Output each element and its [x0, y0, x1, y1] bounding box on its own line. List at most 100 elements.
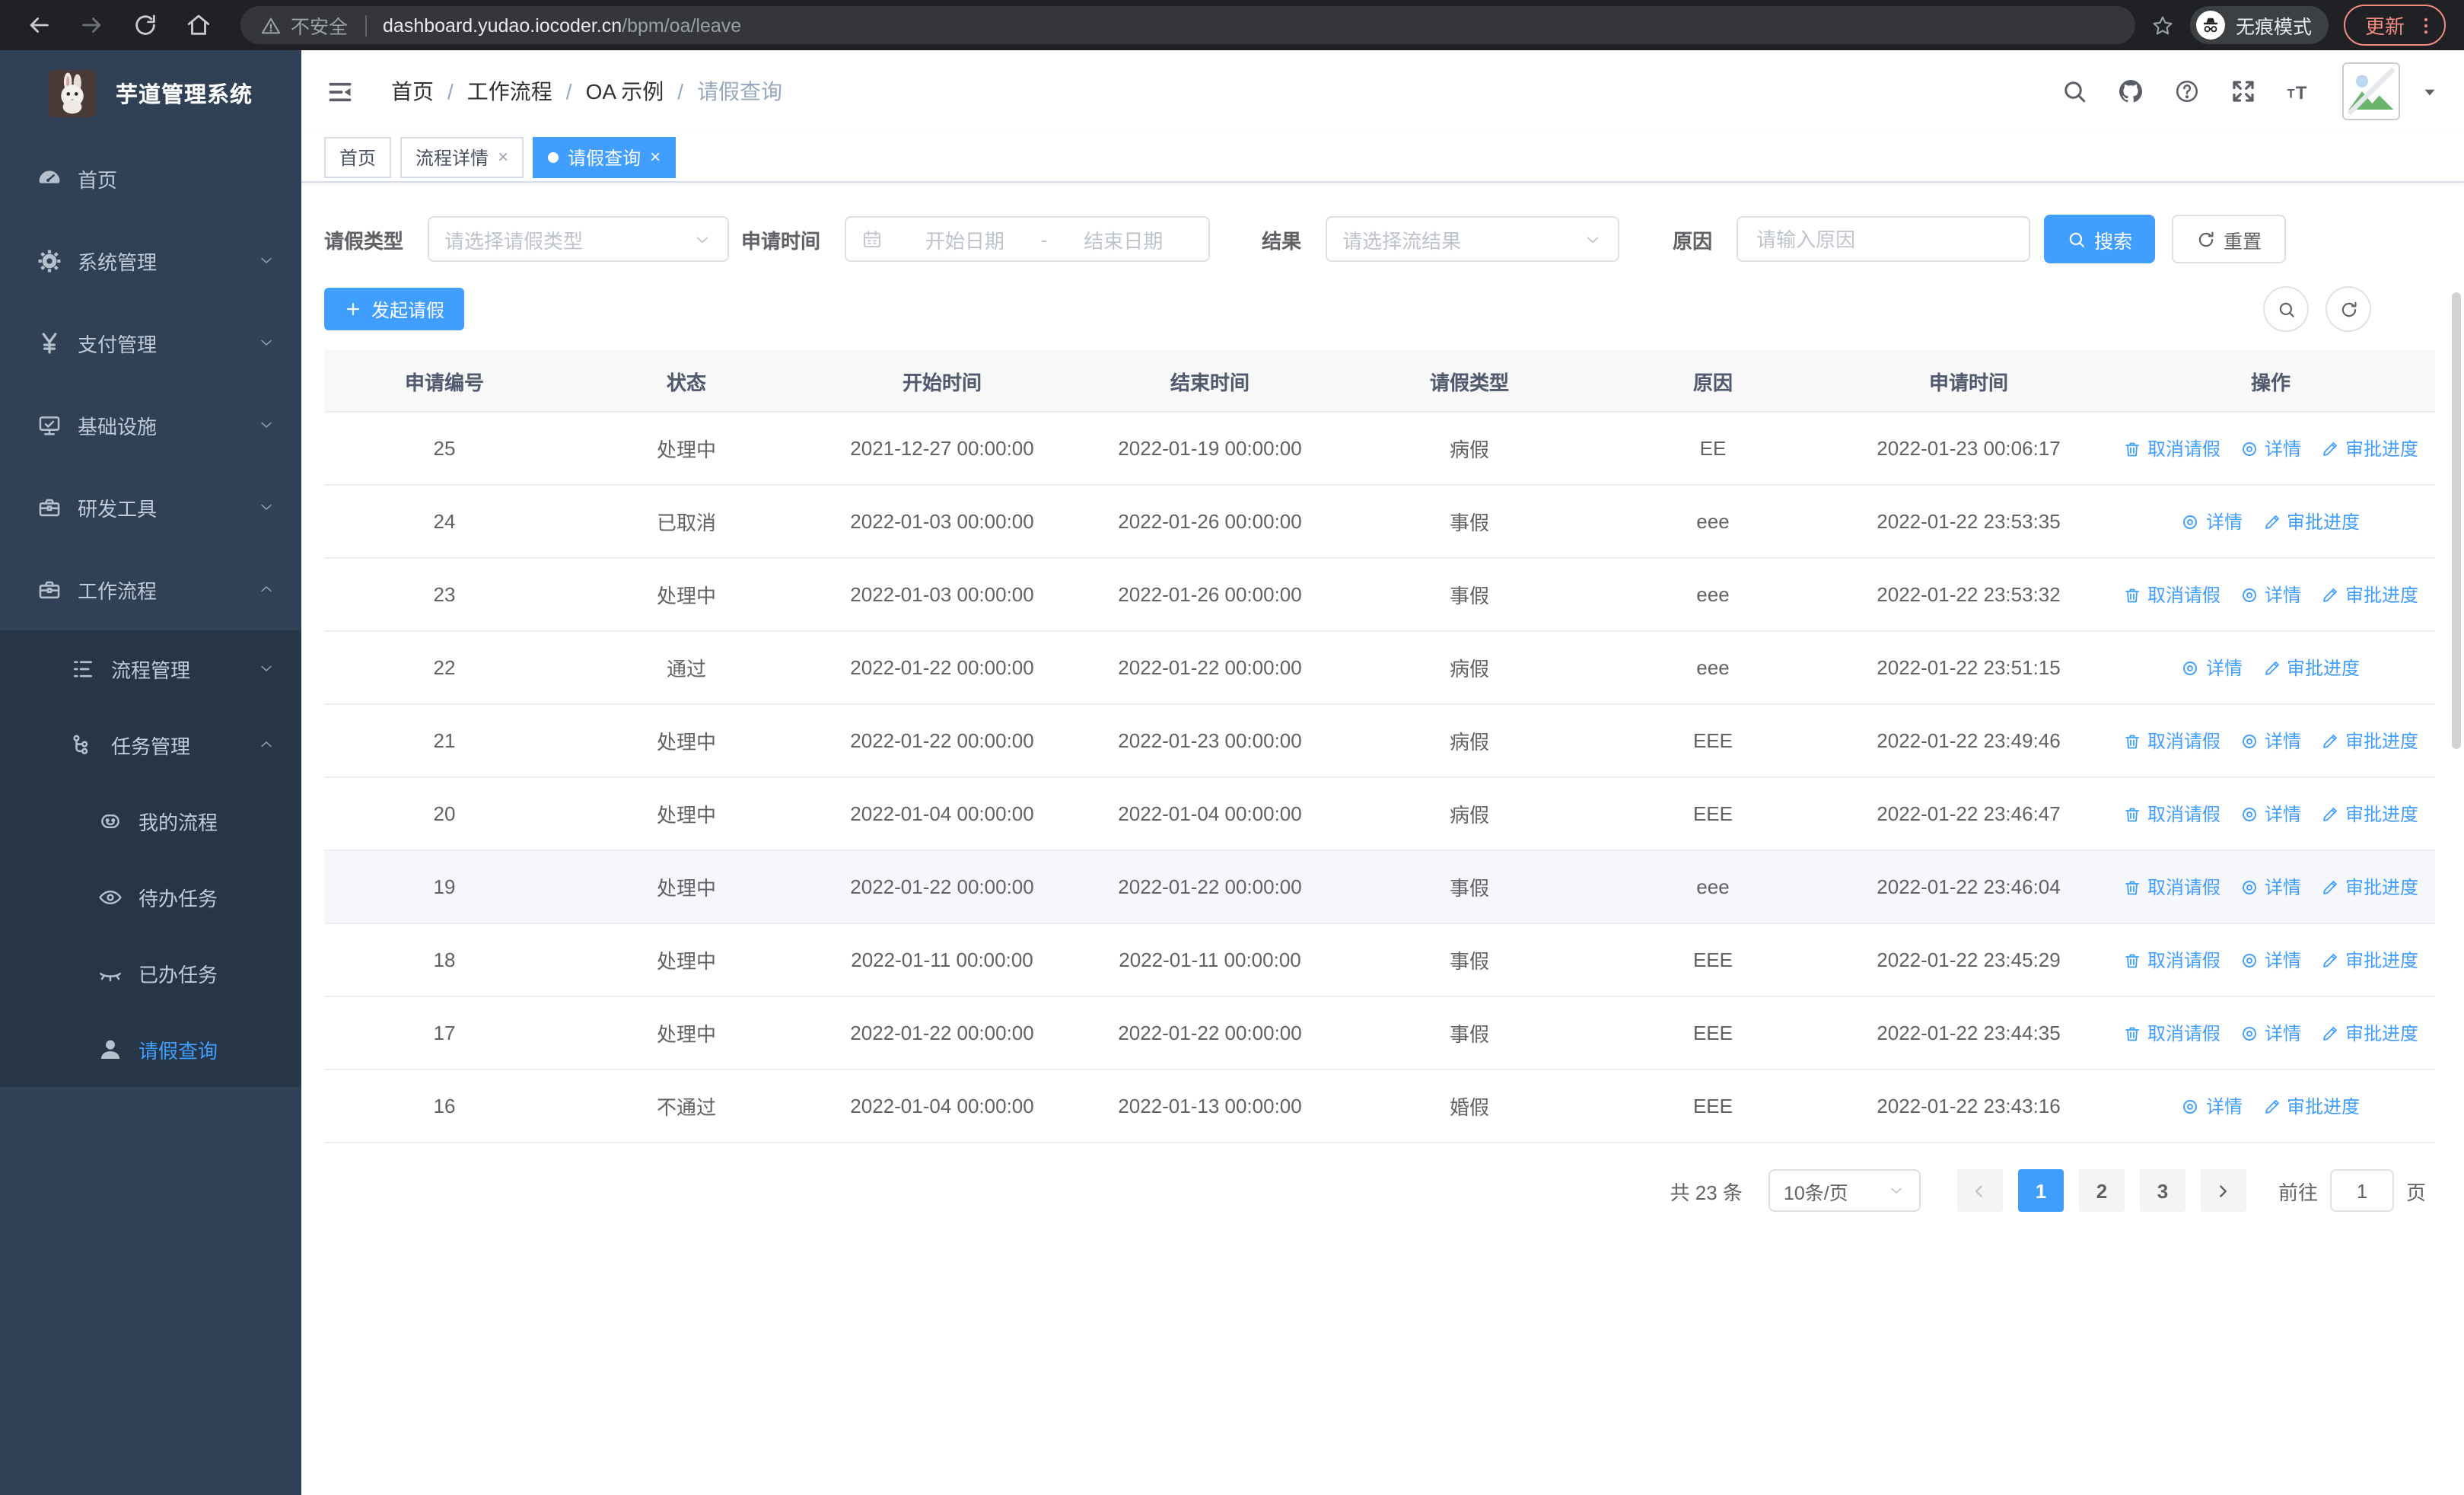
detail-action-link[interactable]: 详情 — [2240, 947, 2301, 973]
progress-action-link[interactable]: 审批进度 — [2262, 655, 2360, 681]
sidebar-item-请假查询[interactable]: 请假查询 — [0, 1011, 301, 1087]
cancel-action-link[interactable]: 取消请假 — [2123, 728, 2220, 754]
prev-page-button[interactable] — [1956, 1169, 2003, 1212]
reload-icon[interactable] — [132, 12, 158, 38]
cancel-action-link[interactable]: 取消请假 — [2123, 947, 2220, 973]
tab-close-icon[interactable]: × — [498, 148, 508, 166]
page-size-select[interactable]: 10条/页 — [1768, 1169, 1921, 1212]
cancel-action-link[interactable]: 取消请假 — [2123, 874, 2220, 900]
bookmark-star-icon[interactable] — [2150, 13, 2175, 37]
apply-time-range-picker[interactable]: 开始日期 - 结束日期 — [845, 216, 1211, 262]
reset-button[interactable]: 重置 — [2172, 215, 2287, 263]
leave-type-select[interactable]: 请选择请假类型 — [428, 216, 730, 262]
sidebar-item-已办任务[interactable]: 已办任务 — [0, 935, 301, 1011]
create-leave-button[interactable]: 发起请假 — [324, 288, 465, 330]
tab-首页[interactable]: 首页 — [324, 136, 392, 177]
sidebar-item-任务管理[interactable]: 任务管理 — [0, 706, 301, 783]
tab-流程详情[interactable]: 流程详情 × — [400, 136, 524, 177]
column-header[interactable]: 请假类型 — [1344, 366, 1595, 395]
chevron-down-icon[interactable] — [2420, 81, 2440, 101]
column-header[interactable]: 结束时间 — [1076, 366, 1344, 395]
progress-action-link[interactable]: 审批进度 — [2321, 801, 2418, 827]
progress-action-link[interactable]: 审批进度 — [2321, 947, 2418, 973]
sidebar-collapse-icon[interactable] — [326, 77, 355, 106]
progress-action-link[interactable]: 审批进度 — [2262, 1093, 2360, 1119]
avatar[interactable] — [2342, 62, 2400, 120]
sidebar-logo[interactable]: 芋道管理系统 — [0, 50, 301, 137]
detail-action-link[interactable]: 详情 — [2240, 874, 2301, 900]
table-row[interactable]: 25 处理中 2021-12-27 00:00:00 2022-01-19 00:00… — [324, 413, 2435, 486]
help-icon[interactable] — [2173, 78, 2201, 105]
sidebar-item-工作流程[interactable]: 工作流程 — [0, 548, 301, 630]
reason-input[interactable] — [1753, 226, 2014, 252]
detail-action-link[interactable]: 详情 — [2240, 435, 2301, 461]
cancel-action-link[interactable]: 取消请假 — [2123, 435, 2220, 461]
cancel-action-link[interactable]: 取消请假 — [2123, 801, 2220, 827]
home-icon[interactable] — [186, 12, 212, 38]
github-icon[interactable] — [2117, 78, 2144, 105]
tab-请假查询[interactable]: 请假查询 × — [533, 136, 676, 177]
sidebar-item-基础设施[interactable]: 基础设施 — [0, 384, 301, 466]
table-row[interactable]: 16 不通过 2022-01-04 00:00:00 2022-01-13 00:00… — [324, 1070, 2435, 1143]
next-page-button[interactable] — [2200, 1169, 2246, 1212]
detail-action-link[interactable]: 详情 — [2182, 1093, 2243, 1119]
not-secure-icon[interactable] — [260, 14, 282, 36]
fullscreen-icon[interactable] — [2230, 78, 2257, 105]
font-size-icon[interactable]: TT — [2286, 78, 2313, 105]
detail-action-link[interactable]: 详情 — [2240, 728, 2301, 754]
cancel-action-link[interactable]: 取消请假 — [2123, 582, 2220, 607]
sidebar-item-首页[interactable]: 首页 — [0, 137, 301, 219]
scrollbar-thumb[interactable] — [2452, 292, 2461, 749]
sidebar-item-待办任务[interactable]: 待办任务 — [0, 859, 301, 935]
goto-page-input[interactable] — [2329, 1169, 2394, 1212]
detail-action-link[interactable]: 详情 — [2182, 655, 2243, 681]
progress-action-link[interactable]: 审批进度 — [2321, 728, 2418, 754]
breadcrumb-item[interactable]: 首页 — [391, 76, 434, 107]
progress-action-link[interactable]: 审批进度 — [2321, 1020, 2418, 1046]
table-row[interactable]: 20 处理中 2022-01-04 00:00:00 2022-01-04 00:00… — [324, 778, 2435, 851]
detail-action-link[interactable]: 详情 — [2240, 1020, 2301, 1046]
breadcrumb-item[interactable]: 工作流程 — [467, 76, 552, 107]
detail-action-link[interactable]: 详情 — [2240, 582, 2301, 607]
column-header[interactable]: 申请时间 — [1831, 366, 2106, 395]
browser-menu-icon[interactable] — [2415, 14, 2437, 36]
search-icon[interactable] — [2061, 78, 2088, 105]
table-refresh-button[interactable] — [2326, 286, 2371, 332]
progress-action-link[interactable]: 审批进度 — [2262, 508, 2360, 534]
search-button[interactable]: 搜索 — [2044, 215, 2156, 263]
progress-action-link[interactable]: 审批进度 — [2321, 435, 2418, 461]
detail-action-link[interactable]: 详情 — [2182, 508, 2243, 534]
sidebar-item-我的流程[interactable]: 我的流程 — [0, 783, 301, 859]
back-icon[interactable] — [26, 12, 52, 38]
progress-action-link[interactable]: 审批进度 — [2321, 874, 2418, 900]
table-row[interactable]: 18 处理中 2022-01-11 00:00:00 2022-01-11 00:00… — [324, 924, 2435, 997]
cancel-action-link[interactable]: 取消请假 — [2123, 1020, 2220, 1046]
breadcrumb-item[interactable]: OA 示例 — [586, 76, 664, 107]
table-row[interactable]: 21 处理中 2022-01-22 00:00:00 2022-01-23 00:00… — [324, 705, 2435, 778]
table-row[interactable]: 22 通过 2022-01-22 00:00:00 2022-01-22 00:00:… — [324, 632, 2435, 705]
forward-icon[interactable] — [79, 12, 105, 38]
sidebar-item-支付管理[interactable]: 支付管理 — [0, 301, 301, 384]
table-row[interactable]: 17 处理中 2022-01-22 00:00:00 2022-01-22 00:00… — [324, 997, 2435, 1070]
table-row[interactable]: 19 处理中 2022-01-22 00:00:00 2022-01-22 00:00… — [324, 851, 2435, 924]
tab-close-icon[interactable]: × — [650, 148, 661, 166]
column-header[interactable]: 状态 — [565, 366, 808, 395]
update-button[interactable]: 更新 — [2343, 5, 2446, 46]
progress-action-link[interactable]: 审批进度 — [2321, 582, 2418, 607]
sidebar-item-研发工具[interactable]: 研发工具 — [0, 466, 301, 548]
detail-action-link[interactable]: 详情 — [2240, 801, 2301, 827]
table-row[interactable]: 24 已取消 2022-01-03 00:00:00 2022-01-26 00:00… — [324, 486, 2435, 559]
table-row[interactable]: 23 处理中 2022-01-03 00:00:00 2022-01-26 00:00… — [324, 559, 2435, 632]
column-header[interactable]: 操作 — [2106, 366, 2435, 395]
column-header[interactable]: 开始时间 — [808, 366, 1076, 395]
sidebar-item-系统管理[interactable]: 系统管理 — [0, 219, 301, 301]
page-button-1[interactable]: 1 — [2017, 1169, 2064, 1212]
address-bar[interactable]: 不安全 dashboard.yudao.iocoder.cn/bpm/oa/le… — [240, 6, 2135, 44]
table-search-toggle-button[interactable] — [2263, 286, 2309, 332]
result-select[interactable]: 请选择流结果 — [1326, 216, 1620, 262]
column-header[interactable]: 申请编号 — [324, 366, 565, 395]
page-button-3[interactable]: 3 — [2139, 1169, 2185, 1212]
page-button-2[interactable]: 2 — [2078, 1169, 2125, 1212]
sidebar-item-流程管理[interactable]: 流程管理 — [0, 630, 301, 706]
column-header[interactable]: 原因 — [1595, 366, 1831, 395]
